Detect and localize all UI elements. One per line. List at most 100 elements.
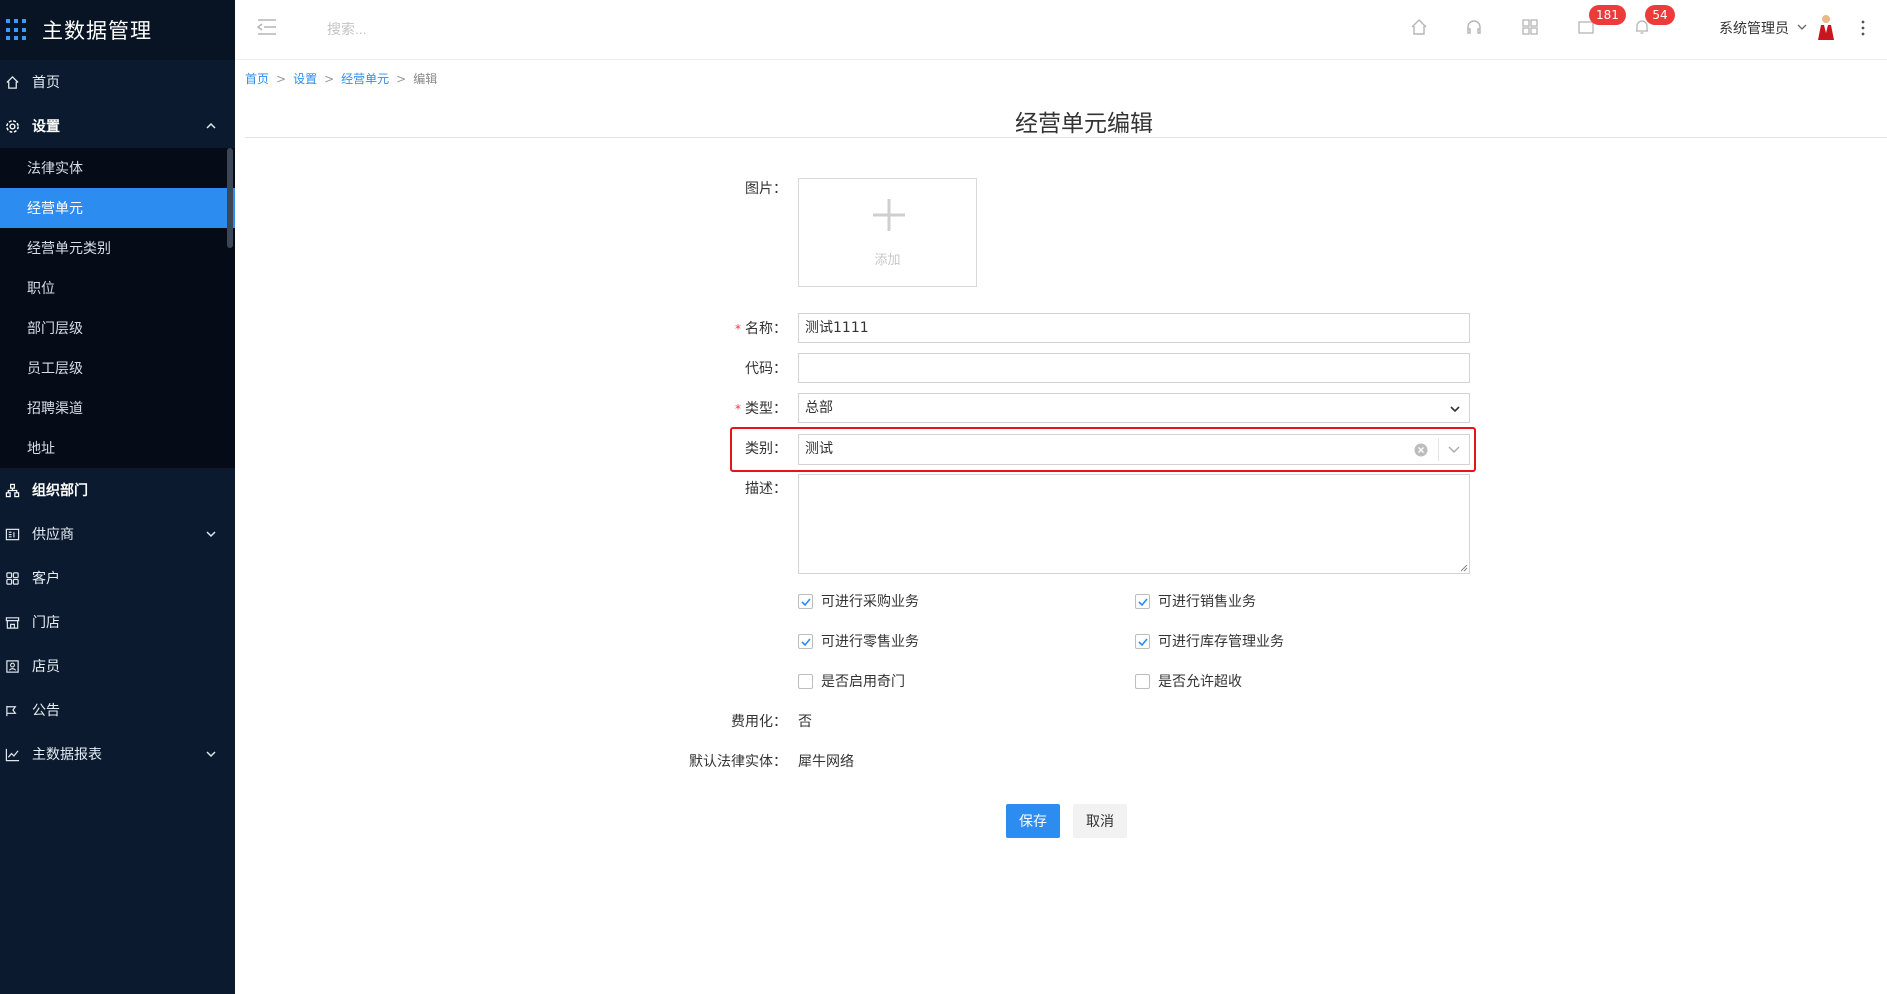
mail-icon[interactable]: 181 bbox=[1577, 5, 1626, 36]
breadcrumb-settings[interactable]: 设置 bbox=[293, 72, 317, 86]
user-name[interactable]: 系统管理员 bbox=[1719, 18, 1789, 38]
sidebar-item-org[interactable]: 组织部门 bbox=[0, 468, 235, 512]
announcement-icon bbox=[4, 702, 20, 718]
avatar[interactable] bbox=[1815, 13, 1837, 41]
sidebar-item-business-unit-category[interactable]: 经营单元类别 bbox=[0, 228, 235, 268]
checkbox-inventory[interactable]: 可进行库存管理业务 bbox=[1135, 631, 1284, 651]
sidebar-item-store[interactable]: 门店 bbox=[0, 600, 235, 644]
sidebar-item-home[interactable]: 首页 bbox=[0, 60, 235, 104]
image-upload[interactable]: 添加 bbox=[798, 178, 977, 287]
collapse-menu-icon[interactable] bbox=[257, 18, 277, 36]
breadcrumb-home[interactable]: 首页 bbox=[245, 72, 269, 86]
sidebar-item-employee-level[interactable]: 员工层级 bbox=[0, 348, 235, 388]
headset-icon[interactable] bbox=[1465, 18, 1483, 36]
combo-divider bbox=[1438, 438, 1439, 461]
submenu-scrollbar[interactable] bbox=[227, 148, 233, 248]
type-select-value: 总部 bbox=[805, 400, 833, 416]
required-mark: * bbox=[735, 402, 741, 416]
sidebar-item-label: 店员 bbox=[32, 659, 60, 675]
checkbox-purchase[interactable]: 可进行采购业务 bbox=[798, 591, 919, 611]
checkbox-label: 可进行库存管理业务 bbox=[1158, 634, 1284, 650]
legal-entity-label: 默认法律实体： bbox=[689, 754, 787, 770]
breadcrumb-business-unit[interactable]: 经营单元 bbox=[341, 72, 389, 86]
category-combobox[interactable]: 测试 bbox=[798, 434, 1470, 465]
breadcrumb: 首页 > 设置 > 经营单元 > 编辑 bbox=[245, 70, 437, 87]
search-input[interactable] bbox=[327, 17, 487, 41]
sidebar-item-position[interactable]: 职位 bbox=[0, 268, 235, 308]
sidebar-item-label: 主数据报表 bbox=[32, 747, 102, 763]
description-label: 描述： bbox=[745, 481, 787, 497]
type-label: * 类型： bbox=[735, 401, 787, 417]
code-label: 代码： bbox=[745, 361, 787, 377]
description-textarea[interactable] bbox=[798, 474, 1470, 574]
breadcrumb-separator: > bbox=[276, 72, 287, 86]
sidebar-item-business-unit[interactable]: 经营单元 bbox=[0, 188, 235, 228]
category-value: 测试 bbox=[805, 441, 833, 457]
chevron-down-icon[interactable] bbox=[1447, 444, 1461, 456]
sidebar-item-customer[interactable]: 客户 bbox=[0, 556, 235, 600]
chevron-down-icon bbox=[206, 751, 216, 758]
type-select[interactable]: 总部 bbox=[798, 393, 1470, 423]
checkbox-retail[interactable]: 可进行零售业务 bbox=[798, 631, 919, 651]
top-header: 181 54 系统管理员 bbox=[235, 0, 1887, 60]
checkbox-box[interactable] bbox=[798, 673, 813, 689]
sidebar-item-label: 首页 bbox=[32, 75, 60, 91]
apps-grid-icon[interactable] bbox=[6, 19, 28, 41]
sidebar-item-department-level[interactable]: 部门层级 bbox=[0, 308, 235, 348]
store-icon bbox=[4, 614, 20, 630]
sidebar-item-supplier[interactable]: 供应商 bbox=[0, 512, 235, 556]
supplier-icon bbox=[4, 526, 20, 542]
plus-icon bbox=[873, 199, 905, 231]
checkbox-box[interactable] bbox=[1135, 673, 1150, 689]
breadcrumb-current: 编辑 bbox=[413, 72, 438, 86]
sidebar-item-label: 设置 bbox=[32, 119, 60, 135]
settings-submenu: 法律实体 经营单元 经营单元类别 职位 部门层级 员工层级 招聘渠道 地址 bbox=[0, 148, 235, 468]
sidebar-item-settings[interactable]: 设置 bbox=[0, 104, 235, 148]
home-icon[interactable] bbox=[1410, 18, 1428, 36]
sidebar-item-address[interactable]: 地址 bbox=[0, 428, 235, 468]
checkbox-box[interactable] bbox=[798, 593, 813, 609]
sidebar-item-legal-entity[interactable]: 法律实体 bbox=[0, 148, 235, 188]
bell-badge: 54 bbox=[1645, 5, 1675, 25]
expense-value: 否 bbox=[798, 714, 812, 730]
chevron-up-icon bbox=[206, 122, 216, 129]
checkbox-label: 是否允许超收 bbox=[1158, 674, 1242, 690]
required-mark: * bbox=[735, 322, 741, 336]
cancel-button[interactable]: 取消 bbox=[1073, 804, 1127, 838]
checkbox-box[interactable] bbox=[1135, 633, 1150, 649]
more-vertical-icon[interactable] bbox=[1860, 20, 1866, 36]
resize-grip-icon[interactable] bbox=[1459, 563, 1468, 572]
category-label: 类别： bbox=[745, 441, 787, 457]
name-input[interactable]: 测试1111 bbox=[798, 313, 1470, 343]
sidebar-item-label: 公告 bbox=[32, 703, 60, 719]
bell-icon[interactable]: 54 bbox=[1633, 5, 1675, 36]
checkbox-box[interactable] bbox=[798, 633, 813, 649]
image-label: 图片： bbox=[745, 181, 787, 197]
sidebar-item-recruit-channel[interactable]: 招聘渠道 bbox=[0, 388, 235, 428]
main-content: 首页 > 设置 > 经营单元 > 编辑 经营单元编辑 图片： 添加 * 名称： 测试1111 … bbox=[235, 60, 1887, 994]
checkbox-over-receive[interactable]: 是否允许超收 bbox=[1135, 671, 1242, 691]
name-label: * 名称： bbox=[735, 321, 787, 337]
app-logo: 主数据管理 bbox=[0, 0, 235, 60]
customer-icon bbox=[4, 570, 20, 586]
app-title: 主数据管理 bbox=[42, 19, 152, 43]
chevron-down-icon bbox=[206, 531, 216, 538]
sidebar-item-announcement[interactable]: 公告 bbox=[0, 688, 235, 732]
checkbox-label: 可进行采购业务 bbox=[821, 594, 919, 610]
clear-icon[interactable] bbox=[1414, 443, 1428, 457]
code-input[interactable] bbox=[798, 353, 1470, 383]
checkmark-icon bbox=[1138, 597, 1148, 606]
chevron-down-icon[interactable] bbox=[1797, 22, 1807, 32]
org-icon bbox=[4, 482, 20, 498]
checkbox-box[interactable] bbox=[1135, 593, 1150, 609]
report-icon bbox=[4, 746, 20, 762]
apps-icon[interactable] bbox=[1521, 18, 1539, 36]
checkbox-odd-door[interactable]: 是否启用奇门 bbox=[798, 671, 905, 691]
legal-entity-value: 犀牛网络 bbox=[798, 754, 854, 770]
sidebar-item-clerk[interactable]: 店员 bbox=[0, 644, 235, 688]
checkbox-sales[interactable]: 可进行销售业务 bbox=[1135, 591, 1256, 611]
save-button[interactable]: 保存 bbox=[1006, 804, 1060, 838]
checkmark-icon bbox=[801, 637, 811, 646]
sidebar-item-report[interactable]: 主数据报表 bbox=[0, 732, 235, 776]
checkbox-label: 是否启用奇门 bbox=[821, 674, 905, 690]
